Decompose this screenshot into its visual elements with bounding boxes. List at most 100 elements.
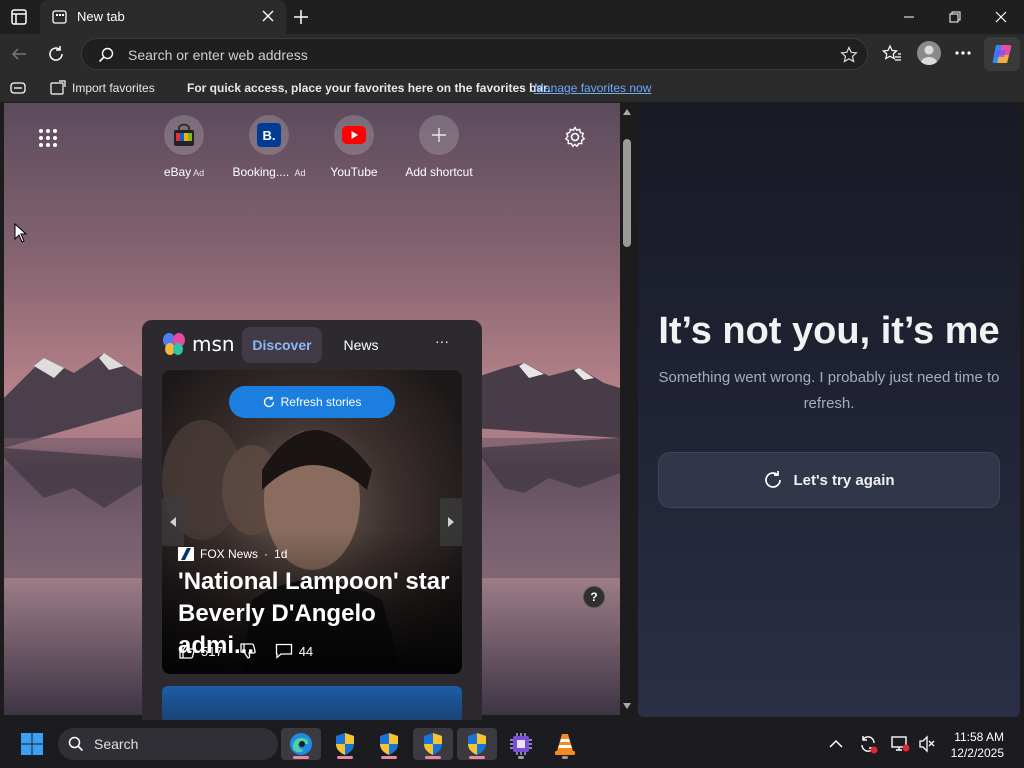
search-icon	[68, 736, 84, 752]
page-scrollbar[interactable]	[620, 103, 634, 715]
tab-new-tab[interactable]: New tab	[40, 0, 286, 34]
comment-icon[interactable]	[275, 643, 293, 659]
taskbar-shield-app-2[interactable]	[369, 728, 409, 760]
running-indicator	[381, 756, 397, 759]
back-arrow-icon[interactable]	[10, 45, 28, 63]
minimize-button[interactable]	[886, 0, 932, 34]
network-icon	[891, 736, 910, 752]
msn-butterfly-icon	[163, 333, 185, 355]
address-input[interactable]	[128, 45, 808, 65]
youtube-icon	[334, 115, 374, 155]
tab-news[interactable]: News	[330, 327, 392, 363]
volume-muted-icon	[919, 735, 935, 753]
clock-time: 11:58 AM	[954, 730, 1004, 744]
story-separator: ·	[264, 547, 269, 561]
sync-tray-button[interactable]	[852, 728, 884, 760]
new-tab-button[interactable]	[292, 8, 310, 26]
error-heading: It’s not you, it’s me	[658, 310, 1000, 352]
booking-icon: B.	[249, 115, 289, 155]
manage-favorites-link[interactable]: Manage favorites now	[534, 81, 651, 95]
uac-shield-icon	[336, 733, 354, 755]
import-favorites-button[interactable]: Import favorites	[72, 81, 155, 95]
taskbar-shield-app-3[interactable]	[413, 728, 453, 760]
title-bar: New tab	[0, 0, 1024, 34]
shortcut-ebay[interactable]: eBay Ad	[143, 115, 225, 179]
new-tab-page-icon	[52, 10, 67, 24]
copilot-icon[interactable]	[984, 37, 1020, 71]
comment-count: 44	[298, 643, 314, 659]
thumbs-down-icon[interactable]	[239, 642, 257, 660]
start-button[interactable]	[12, 728, 52, 760]
refresh-stories-button[interactable]: Refresh stories	[229, 386, 395, 418]
close-window-button[interactable]	[978, 0, 1024, 34]
help-button[interactable]: ?	[583, 586, 605, 608]
favorites-icon[interactable]	[882, 44, 902, 64]
uac-shield-icon	[424, 733, 442, 755]
profile-avatar-icon[interactable]	[917, 41, 941, 65]
favorite-star-icon[interactable]	[840, 46, 858, 64]
navigation-toolbar	[0, 34, 1024, 74]
shortcut-add[interactable]: Add shortcut	[398, 115, 480, 179]
shortcut-label: YouTube	[330, 165, 378, 179]
taskbar-search-label: Search	[94, 736, 139, 752]
try-again-label: Let's try again	[793, 471, 895, 489]
shortcut-youtube[interactable]: YouTube	[313, 115, 395, 179]
uac-shield-icon	[380, 733, 398, 755]
address-bar[interactable]	[81, 38, 868, 70]
msn-brand-text: msn	[192, 332, 235, 356]
ad-badge: Ad	[193, 168, 205, 178]
try-again-button[interactable]: Let's try again	[658, 452, 1000, 508]
shortcut-booking[interactable]: B. Booking.... Ad	[228, 115, 310, 179]
scrollbar-thumb[interactable]	[623, 139, 631, 247]
close-tab-icon[interactable]	[262, 10, 274, 22]
taskbar-shield-app-1[interactable]	[325, 728, 365, 760]
shortcut-label: eBay	[163, 165, 192, 179]
carousel-next-button[interactable]	[440, 498, 462, 546]
scroll-down-arrow-icon[interactable]	[623, 703, 631, 709]
ebay-bag-icon	[164, 115, 204, 155]
story-source: FOX News · 1d	[178, 547, 287, 561]
tab-actions-icon[interactable]	[10, 8, 28, 26]
favorites-bar: Import favorites For quick access, place…	[0, 74, 1024, 102]
windows-taskbar: Search 11:58 AM 12/2/2025	[0, 720, 1024, 768]
thumbs-up-icon[interactable]	[178, 642, 196, 660]
page-settings-gear-icon[interactable]	[564, 126, 586, 148]
taskbar-vlc-app[interactable]	[545, 728, 585, 760]
show-hidden-icons-button[interactable]	[818, 728, 854, 760]
chevron-right-icon	[448, 517, 454, 527]
refresh-icon	[263, 396, 274, 408]
copilot-side-pane: It’s not you, it’s me Something went wro…	[638, 103, 1020, 717]
restore-button[interactable]	[932, 0, 978, 34]
chevron-left-icon	[170, 517, 176, 527]
sync-error-icon	[861, 736, 878, 754]
tab-discover[interactable]: Discover	[242, 327, 322, 363]
msn-logo[interactable]: msn	[162, 332, 235, 356]
running-indicator	[562, 756, 568, 759]
booking-logo: B.	[257, 123, 281, 147]
carousel-prev-button[interactable]	[162, 498, 184, 546]
running-indicator	[293, 756, 309, 759]
vlc-cone-icon	[555, 734, 575, 755]
taskbar-search-box[interactable]: Search	[58, 728, 278, 760]
edge-icon	[290, 733, 312, 755]
clock-date: 12/2/2025	[950, 746, 1004, 760]
system-clock[interactable]: 11:58 AM 12/2/2025	[944, 729, 1004, 761]
refresh-icon[interactable]	[47, 45, 65, 63]
chevron-up-icon	[829, 739, 843, 748]
news-story-card[interactable]: Refresh stories FOX News · 1d 'National …	[162, 370, 462, 674]
windows-logo-icon	[21, 733, 43, 755]
refresh-stories-label: Refresh stories	[280, 395, 362, 409]
uac-shield-icon	[468, 733, 486, 755]
sidebar-toggle-icon[interactable]	[10, 81, 26, 95]
scroll-up-arrow-icon[interactable]	[623, 109, 631, 115]
volume-tray-button[interactable]	[912, 728, 942, 760]
tab-title: New tab	[77, 9, 125, 24]
taskbar-cpu-app[interactable]	[501, 728, 541, 760]
like-count: 517	[201, 643, 223, 659]
more-options-icon[interactable]	[954, 50, 972, 56]
apps-grid-icon[interactable]	[38, 128, 58, 148]
taskbar-edge-app[interactable]	[281, 728, 321, 760]
taskbar-shield-app-4[interactable]	[457, 728, 497, 760]
msn-more-options[interactable]: ···	[430, 333, 454, 357]
story-age: 1d	[274, 547, 288, 561]
